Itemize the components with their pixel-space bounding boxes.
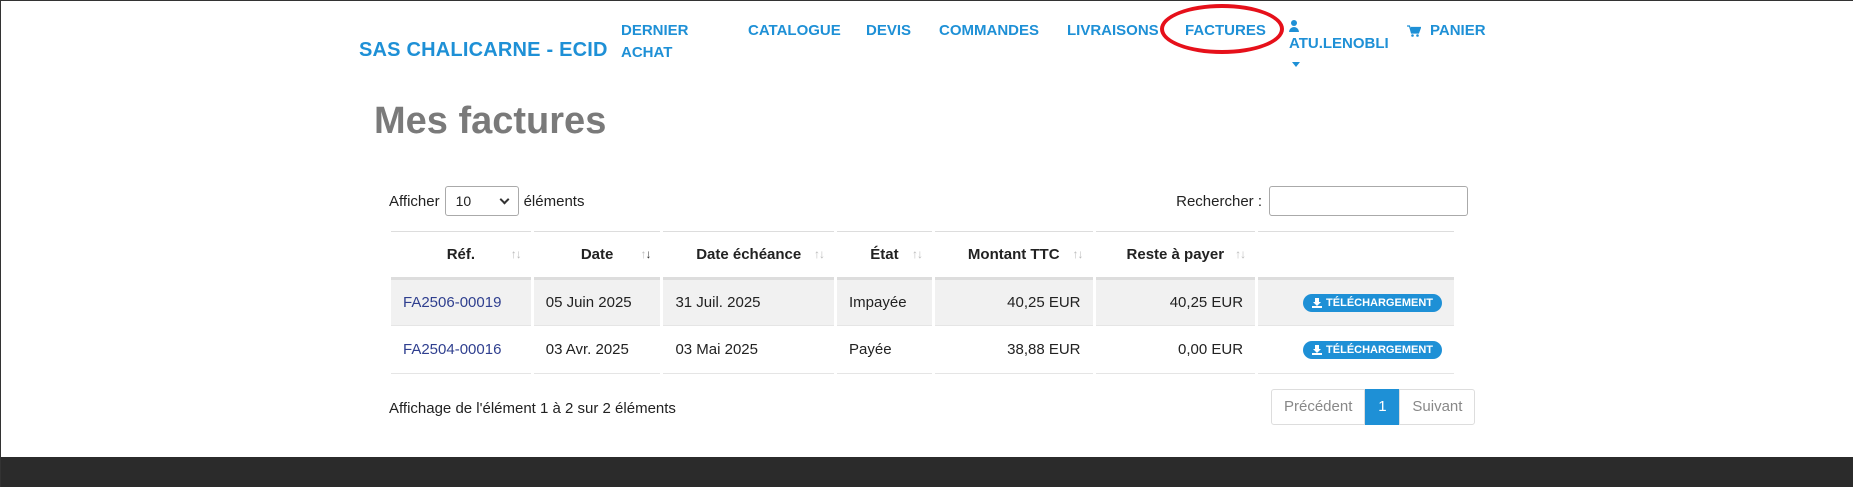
page-length-select[interactable]: 10 xyxy=(444,186,519,216)
header-actions xyxy=(1258,231,1454,278)
sort-desc-icon: ↑↓ xyxy=(640,247,651,261)
nav-item-label-line1: DERNIER xyxy=(621,22,689,39)
header-amount[interactable]: Montant TTC ↑↓ xyxy=(934,231,1093,278)
download-icon xyxy=(1312,297,1323,308)
download-label: TÉLÉCHARGEMENT xyxy=(1326,296,1433,309)
header-label: Reste à payer xyxy=(1126,246,1225,263)
nav-item-label-line2: ACHAT xyxy=(621,44,673,61)
invoice-status: Payée xyxy=(837,326,932,374)
download-icon xyxy=(1312,344,1323,355)
table-header-row: Réf. ↑↓ Date ↑↓ Date échéance ↑↓ État ↑↓ Mon… xyxy=(391,231,1454,278)
nav-item-factures[interactable]: FACTURES xyxy=(1185,20,1266,42)
invoice-remaining: 0,00 EUR xyxy=(1095,326,1256,374)
table-row: FA2506-00019 05 Juin 2025 31 Juil. 2025 … xyxy=(391,278,1454,326)
invoice-due-date: 03 Mai 2025 xyxy=(663,326,834,374)
page-length-suffix: éléments xyxy=(523,192,585,210)
sort-icon: ↑↓ xyxy=(510,247,522,261)
sort-icon: ↑↓ xyxy=(814,247,825,261)
invoice-date: 05 Juin 2025 xyxy=(533,278,661,326)
user-icon xyxy=(1289,20,1299,32)
invoice-due-date: 31 Juil. 2025 xyxy=(663,278,834,326)
download-button[interactable]: TÉLÉCHARGEMENT xyxy=(1303,293,1442,312)
header-label: Date xyxy=(580,246,614,263)
page-footer xyxy=(1,457,1853,487)
download-label: TÉLÉCHARGEMENT xyxy=(1326,343,1433,356)
brand-logo-text[interactable]: SAS CHALICARNE - ECID xyxy=(359,39,608,62)
invoice-amount: 40,25 EUR xyxy=(934,278,1093,326)
page-length-control: Afficher 10 éléments xyxy=(389,186,584,216)
page-title: Mes factures xyxy=(374,100,607,142)
pagination-page-current[interactable]: 1 xyxy=(1365,389,1400,425)
header-label: Réf. xyxy=(446,246,476,263)
user-name: ATU.LENOBLI xyxy=(1289,35,1389,52)
sort-icon: ↑↓ xyxy=(1235,247,1246,261)
invoice-actions: TÉLÉCHARGEMENT xyxy=(1258,326,1454,374)
header-remaining[interactable]: Reste à payer ↑↓ xyxy=(1095,231,1256,278)
pagination-previous[interactable]: Précédent xyxy=(1271,389,1366,425)
search-input[interactable] xyxy=(1269,186,1468,216)
nav-item-dernier-achat[interactable]: DERNIER ACHAT xyxy=(621,20,689,64)
nav-item-cart[interactable]: PANIER xyxy=(1407,20,1486,42)
table-info: Affichage de l'élément 1 à 2 sur 2 éléme… xyxy=(389,400,676,417)
page-length-value: 10 xyxy=(455,193,472,209)
invoice-remaining: 40,25 EUR xyxy=(1095,278,1256,326)
sort-icon: ↑↓ xyxy=(911,247,923,261)
search-control: Rechercher : xyxy=(1176,186,1468,216)
nav-item-commandes[interactable]: COMMANDES xyxy=(939,20,1039,42)
nav-item-livraisons[interactable]: LIVRAISONS xyxy=(1067,20,1159,42)
invoice-ref-link[interactable]: FA2504-00016 xyxy=(391,326,531,374)
header-label: Date échéance xyxy=(696,246,802,263)
invoice-amount: 38,88 EUR xyxy=(934,326,1093,374)
invoices-table: Réf. ↑↓ Date ↑↓ Date échéance ↑↓ État ↑↓ Mon… xyxy=(391,231,1454,374)
pagination-next[interactable]: Suivant xyxy=(1399,389,1476,425)
search-label: Rechercher : xyxy=(1176,192,1262,210)
sort-icon: ↑↓ xyxy=(1072,247,1084,261)
invoice-actions: TÉLÉCHARGEMENT xyxy=(1258,278,1454,326)
cart-icon xyxy=(1407,25,1421,37)
header-ref[interactable]: Réf. ↑↓ xyxy=(391,231,531,278)
header-label: État xyxy=(870,246,899,263)
page-length-prefix: Afficher xyxy=(389,192,440,210)
invoice-status: Impayée xyxy=(837,278,932,326)
header-date[interactable]: Date ↑↓ xyxy=(533,231,661,278)
nav-item-catalogue[interactable]: CATALOGUE xyxy=(748,20,841,42)
chevron-down-icon xyxy=(499,194,510,204)
download-button[interactable]: TÉLÉCHARGEMENT xyxy=(1303,340,1442,359)
invoice-date: 03 Avr. 2025 xyxy=(533,326,661,374)
nav-item-devis[interactable]: DEVIS xyxy=(866,20,911,42)
table-row: FA2504-00016 03 Avr. 2025 03 Mai 2025 Pa… xyxy=(391,326,1454,374)
pagination: Précédent 1 Suivant xyxy=(1271,389,1476,425)
caret-down-icon xyxy=(1292,62,1300,67)
header-label: Montant TTC xyxy=(967,246,1060,263)
nav-item-user-menu[interactable]: ATU.LENOBLI xyxy=(1289,20,1389,67)
header-due-date[interactable]: Date échéance ↑↓ xyxy=(663,231,834,278)
invoice-ref-link[interactable]: FA2506-00019 xyxy=(391,278,531,326)
cart-label: PANIER xyxy=(1430,22,1486,39)
header-status[interactable]: État ↑↓ xyxy=(837,231,932,278)
